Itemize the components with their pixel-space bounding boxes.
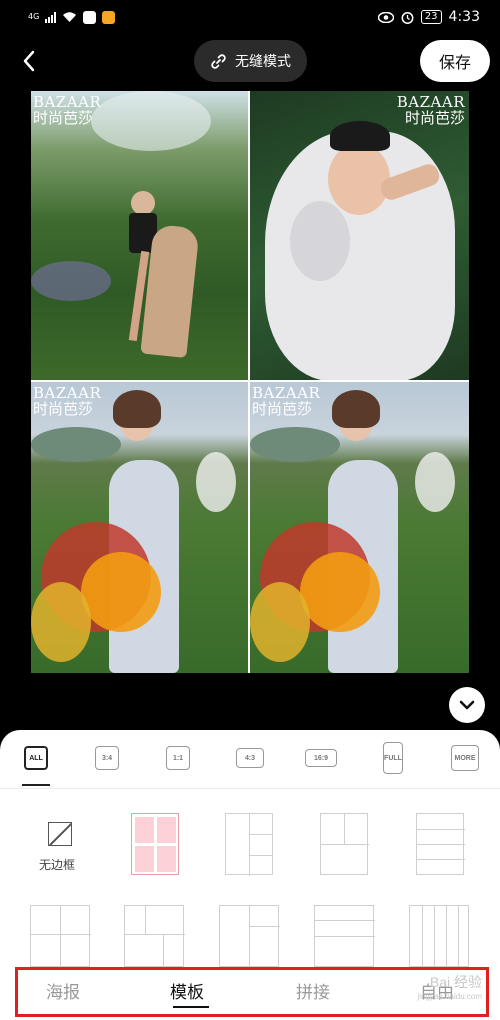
watermark: Bai 经验	[429, 974, 482, 990]
collage-photo-top-left[interactable]: BAZAAR 时尚芭莎	[31, 91, 248, 380]
template-layout-5[interactable]	[416, 813, 465, 875]
ratio-more[interactable]: MORE	[451, 745, 479, 771]
template-panel: ALL 3:4 1:1 4:3 16:9 FULL MORE 无边框 海报 模板…	[0, 730, 500, 1020]
status-bar: 4G 23 4:33	[0, 0, 500, 34]
no-border-icon	[48, 822, 72, 846]
aspect-ratio-tabs: ALL 3:4 1:1 4:3 16:9 FULL MORE	[0, 742, 500, 792]
ratio-3-4[interactable]: 3:4	[95, 746, 119, 770]
magazine-logo: BAZAAR 时尚芭莎	[33, 384, 102, 418]
link-icon	[211, 53, 226, 69]
watermark-url: jingyan.baidu.com	[417, 992, 482, 1001]
seamless-mode-label: 无缝模式	[235, 54, 291, 70]
top-bar: 无缝模式 保存	[0, 38, 500, 84]
template-grid-2x2-selected[interactable]	[131, 813, 179, 875]
tab-stitch[interactable]: 拼接	[296, 978, 330, 1003]
clock: 4:33	[448, 9, 480, 25]
template-layout-7[interactable]	[124, 905, 185, 968]
app-notification-icon-2	[102, 10, 116, 24]
magazine-logo: BAZAAR 时尚芭莎	[396, 93, 465, 127]
tab-active-underline	[173, 1006, 209, 1008]
template-layout-4[interactable]	[320, 813, 369, 875]
signal-icon	[45, 11, 57, 23]
ratio-1-1[interactable]: 1:1	[166, 746, 190, 770]
template-layout-6[interactable]	[30, 905, 91, 968]
eye-icon	[377, 11, 394, 23]
collage-photo-bottom-right[interactable]: BAZAAR 时尚芭莎	[250, 382, 469, 673]
back-button[interactable]	[14, 46, 44, 76]
magazine-logo: BAZAAR 时尚芭莎	[252, 384, 321, 418]
no-border-option[interactable]: 无边框	[38, 822, 82, 873]
wifi-icon	[63, 12, 77, 22]
alarm-icon	[401, 11, 414, 24]
template-layout-8[interactable]	[219, 905, 280, 968]
ratio-active-underline	[22, 784, 50, 786]
seamless-mode-button[interactable]: 无缝模式	[194, 40, 307, 82]
ratio-full[interactable]: FULL	[383, 742, 403, 774]
chevron-left-icon	[23, 50, 35, 72]
chevron-down-icon	[459, 700, 475, 710]
collage-preview[interactable]: BAZAAR 时尚芭莎 BAZAAR 时尚芭莎 BAZAAR 时尚芭莎 BAZAAR 时…	[31, 91, 469, 673]
ratio-4-3[interactable]: 4:3	[236, 748, 264, 768]
collapse-panel-button[interactable]	[449, 687, 485, 723]
save-button[interactable]: 保存	[420, 40, 490, 82]
battery-indicator: 23	[420, 10, 442, 24]
template-layout-10[interactable]	[409, 905, 469, 968]
app-notification-icon	[83, 10, 97, 24]
no-border-label: 无边框	[38, 858, 75, 872]
ratio-16-9[interactable]: 16:9	[305, 749, 337, 767]
network-type: 4G	[28, 12, 40, 21]
tab-template[interactable]: 模板	[170, 978, 204, 1003]
tab-poster[interactable]: 海报	[46, 978, 80, 1003]
template-layout-9[interactable]	[314, 905, 375, 967]
divider	[0, 788, 500, 789]
collage-photo-top-right[interactable]: BAZAAR 时尚芭莎	[250, 91, 469, 380]
template-layout-3[interactable]	[225, 813, 273, 876]
collage-photo-bottom-left[interactable]: BAZAAR 时尚芭莎	[31, 382, 248, 673]
ratio-all[interactable]: ALL	[24, 746, 48, 770]
bottom-tab-bar: 海报 模板 拼接 自由 Bai 经验 jingyan.baidu.com	[15, 967, 489, 1017]
